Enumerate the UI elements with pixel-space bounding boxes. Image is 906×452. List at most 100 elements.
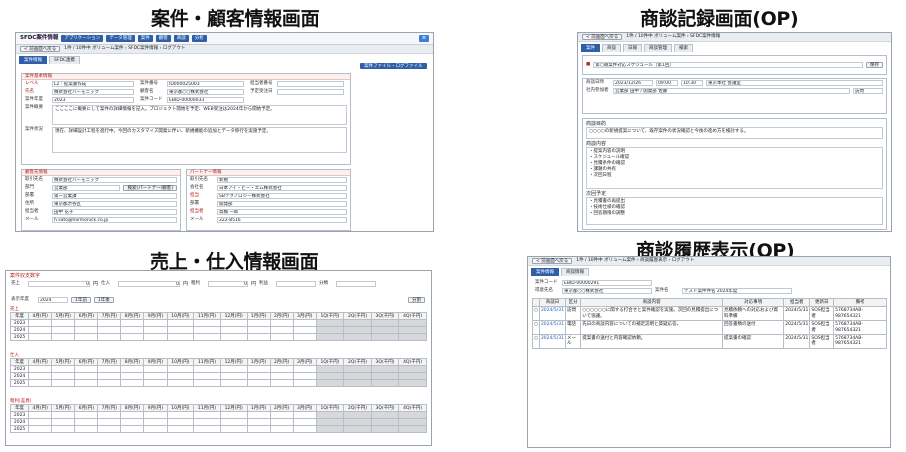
amount-cell[interactable] (398, 333, 427, 342)
amount-cell[interactable] (269, 411, 294, 420)
sales-field[interactable]: 0 (28, 281, 90, 287)
amount-cell[interactable] (370, 319, 400, 328)
topic-field[interactable]: 第○期案件対応スケジュール（第1回） (593, 62, 863, 68)
amount-cell[interactable] (28, 319, 53, 328)
project-no-field[interactable]: ID000025003 (167, 81, 244, 87)
amount-cell[interactable] (246, 333, 271, 342)
nav-item[interactable]: データ管理 (106, 34, 135, 43)
amount-cell[interactable] (193, 365, 221, 374)
amount-cell[interactable] (219, 411, 248, 420)
amount-cell[interactable] (246, 365, 271, 374)
amount-cell[interactable] (28, 411, 53, 420)
amount-cell[interactable] (193, 425, 221, 434)
amount-cell[interactable] (370, 418, 400, 427)
amount-cell[interactable] (343, 372, 372, 381)
amount-cell[interactable] (143, 411, 168, 420)
amount-cell[interactable] (166, 418, 195, 427)
amount-cell[interactable] (370, 333, 400, 342)
tab-meeting-mgmt[interactable]: 商談管理 (644, 44, 672, 53)
class-select[interactable] (336, 281, 377, 287)
amount-cell[interactable] (143, 365, 168, 374)
time-to-field[interactable]: 10:30 (681, 80, 703, 86)
nav-item[interactable]: 分析 (191, 34, 207, 43)
amount-cell[interactable] (219, 425, 248, 434)
amount-cell[interactable] (398, 326, 427, 335)
amount-cell[interactable] (193, 319, 221, 328)
amount-cell[interactable] (28, 326, 53, 335)
back-button[interactable]: < 前画面へ戻る (582, 34, 623, 40)
amount-cell[interactable] (292, 418, 317, 427)
amount-cell[interactable] (97, 418, 122, 427)
amount-cell[interactable] (143, 319, 168, 328)
profit-field[interactable]: 0 (208, 281, 249, 287)
partner-field[interactable]: 222-8516 (217, 217, 347, 223)
tab-meeting-info[interactable]: 商談情報 (561, 268, 589, 277)
amount-cell[interactable] (193, 372, 221, 381)
amount-cell[interactable] (120, 411, 145, 420)
amount-cell[interactable] (315, 365, 345, 374)
amount-cell[interactable] (166, 365, 195, 374)
code-field[interactable]: EBID-00000291 (562, 280, 652, 286)
amount-cell[interactable] (74, 425, 99, 434)
summary-textarea[interactable]: ここここに概要にして案件の詳細情報を記入。プロジェクト開始を予定、WEB受注は2… (52, 105, 347, 125)
amount-cell[interactable] (74, 326, 99, 335)
owner-field[interactable] (277, 81, 344, 87)
next-year-button[interactable]: 1年後 (93, 297, 114, 303)
amount-cell[interactable] (51, 379, 76, 388)
amount-cell[interactable] (315, 418, 345, 427)
amount-cell[interactable] (74, 333, 99, 342)
amount-cell[interactable] (343, 333, 372, 342)
amount-cell[interactable] (269, 379, 294, 388)
client-field[interactable]: 田中 花子 (52, 209, 177, 215)
amount-cell[interactable] (370, 379, 400, 388)
meeting-date-link[interactable]: 2024/5/31 (538, 333, 567, 349)
amount-cell[interactable] (269, 319, 294, 328)
project-field[interactable]: テスト案件件名 2024年度 (682, 288, 792, 294)
amount-cell[interactable] (193, 411, 221, 420)
amount-cell[interactable] (28, 418, 53, 427)
amount-cell[interactable] (315, 372, 345, 381)
amount-cell[interactable] (246, 418, 271, 427)
amount-cell[interactable] (97, 379, 122, 388)
amount-cell[interactable] (97, 372, 122, 381)
amount-cell[interactable] (74, 379, 99, 388)
amount-cell[interactable] (28, 425, 53, 434)
amount-cell[interactable] (246, 372, 271, 381)
back-button[interactable]: < 前画面へ戻る (20, 46, 61, 52)
nav-item[interactable]: 顧客 (155, 34, 171, 43)
year-select[interactable]: 2024 (38, 297, 68, 303)
amount-cell[interactable] (51, 365, 76, 374)
amount-cell[interactable] (269, 365, 294, 374)
customer-field[interactable]: 東京都○○株式会社 (167, 89, 244, 95)
amount-cell[interactable] (370, 411, 400, 420)
amount-cell[interactable] (315, 326, 345, 335)
amount-cell[interactable] (51, 425, 76, 434)
amount-cell[interactable] (292, 379, 317, 388)
amount-cell[interactable] (370, 425, 400, 434)
client-field[interactable]: 東京都渋谷区 (52, 201, 177, 207)
amount-cell[interactable] (315, 425, 345, 434)
next-textarea[interactable]: ・見積書の再提出 ・技術仕様の確認 ・回答期限の調整 (586, 197, 883, 225)
amount-cell[interactable] (292, 411, 317, 420)
amount-cell[interactable] (120, 319, 145, 328)
amount-cell[interactable] (143, 379, 168, 388)
table-row[interactable]: ○ 2024/5/31 訪問 ○○○○○○に関する打合せと案件確認を実施。次回の見積提… (532, 306, 887, 322)
amount-cell[interactable] (74, 365, 99, 374)
profit-rate-select[interactable] (276, 281, 317, 287)
amount-cell[interactable] (143, 326, 168, 335)
amount-cell[interactable] (398, 411, 427, 420)
tab-search[interactable]: 検索 (674, 44, 693, 53)
content-textarea[interactable]: ・提案内容の説明 ・スケジュール確認 ・見積条件の確認 ・課題の共有 ・次回日程 (586, 147, 883, 189)
amount-cell[interactable] (74, 411, 99, 420)
meeting-date-link[interactable]: 2024/5/31 (538, 320, 567, 335)
save-button[interactable]: 保存 (866, 62, 883, 68)
amount-cell[interactable] (246, 319, 271, 328)
amount-cell[interactable] (166, 411, 195, 420)
amount-cell[interactable] (143, 425, 168, 434)
amount-cell[interactable] (315, 379, 345, 388)
amount-cell[interactable] (166, 379, 195, 388)
amount-cell[interactable] (51, 326, 76, 335)
amount-cell[interactable] (120, 333, 145, 342)
amount-cell[interactable] (120, 418, 145, 427)
tab-sfdc[interactable]: SFDC連携 (49, 56, 81, 65)
